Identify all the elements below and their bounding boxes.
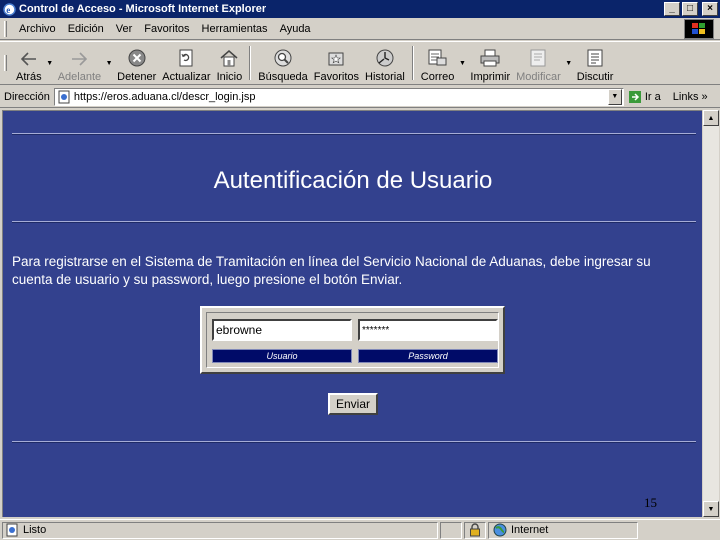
standard-toolbar: Atrás ▼ Adelante ▼ Detener Actualizar In… (0, 41, 720, 85)
security-zone: Internet (488, 521, 638, 539)
zone-label: Internet (511, 524, 549, 536)
horizontal-rule (12, 221, 696, 223)
intro-text: Para registrarse en el Sistema de Tramit… (12, 254, 651, 287)
discuss-label: Discutir (576, 71, 614, 83)
username-label: Usuario (212, 349, 352, 363)
status-cell (440, 521, 462, 539)
stop-icon (128, 49, 146, 67)
menu-archivo[interactable]: Archivo (13, 23, 62, 35)
menu-herramientas[interactable]: Herramientas (196, 23, 274, 35)
page-title: Autentificación de Usuario (213, 167, 493, 194)
status-text: Listo (23, 524, 47, 536)
history-label: Historial (365, 71, 405, 83)
slide-number: 15 (644, 495, 657, 510)
printer-icon (480, 49, 500, 67)
page-content: Autentificación de Usuario Para registra… (2, 110, 702, 517)
search-icon (274, 49, 292, 67)
svg-text:e: e (6, 5, 10, 15)
globe-icon (493, 523, 507, 537)
stop-button[interactable]: Detener (114, 43, 159, 83)
forward-dropdown[interactable]: ▼ (104, 43, 114, 83)
home-label: Inicio (216, 71, 243, 83)
go-button[interactable]: Ir a (628, 90, 661, 104)
status-bar: Listo Internet (0, 519, 720, 540)
maximize-button[interactable]: □ (682, 2, 698, 16)
edit-button[interactable]: Modificar (513, 43, 564, 83)
toolbar-grip[interactable] (4, 55, 7, 71)
history-button[interactable]: Historial (362, 43, 408, 83)
forward-arrow-icon (72, 52, 88, 66)
submit-button[interactable]: Enviar (328, 393, 378, 415)
status-panel: Listo (2, 521, 438, 539)
stop-label: Detener (117, 71, 157, 83)
print-label: Imprimir (470, 71, 511, 83)
back-dropdown[interactable]: ▼ (45, 43, 55, 83)
horizontal-rule (12, 133, 696, 135)
back-button[interactable]: Atrás (13, 43, 45, 83)
minimize-button[interactable]: _ (664, 2, 680, 16)
mail-dropdown[interactable]: ▼ (457, 43, 467, 83)
search-button[interactable]: Búsqueda (255, 43, 311, 83)
edit-label: Modificar (516, 71, 561, 83)
ie-icon: e (2, 2, 16, 16)
password-label: Password (358, 349, 498, 363)
discuss-button[interactable]: Discutir (574, 43, 617, 83)
scroll-up-button[interactable]: ▲ (703, 110, 719, 126)
go-label: Ir a (644, 90, 661, 103)
toolbar-separator (411, 46, 414, 80)
window-title: Control de Acceso - Microsoft Internet E… (19, 3, 267, 15)
url-input[interactable] (73, 90, 608, 103)
vertical-scrollbar[interactable]: ▲ ▼ (703, 110, 719, 517)
menu-favoritos[interactable]: Favoritos (138, 23, 195, 35)
favorites-label: Favoritos (313, 71, 360, 83)
menu-bar: Archivo Edición Ver Favoritos Herramient… (0, 18, 720, 40)
links-button[interactable]: Links » (673, 91, 708, 103)
favorites-icon (328, 52, 344, 66)
refresh-label: Actualizar (162, 71, 211, 83)
home-button[interactable]: Inicio (214, 43, 246, 83)
forward-label: Adelante (57, 71, 102, 83)
address-field[interactable]: ▼ (53, 87, 624, 106)
page-icon (58, 90, 70, 103)
refresh-button[interactable]: Actualizar (159, 43, 213, 83)
menu-edicion[interactable]: Edición (62, 23, 110, 35)
username-input[interactable] (212, 319, 352, 341)
discuss-icon (587, 49, 603, 67)
toolbar-separator (249, 46, 252, 80)
scroll-down-button[interactable]: ▼ (703, 501, 719, 517)
ssl-lock-icon[interactable] (464, 521, 486, 539)
favorites-button[interactable]: Favoritos (311, 43, 362, 83)
edit-page-icon (530, 49, 546, 67)
go-arrow-icon (628, 90, 641, 103)
windows-logo-icon (684, 19, 714, 39)
horizontal-rule (12, 441, 696, 443)
mail-label: Correo (420, 71, 455, 83)
search-label: Búsqueda (258, 71, 308, 83)
address-dropdown[interactable]: ▼ (607, 88, 622, 105)
page-done-icon (6, 523, 18, 537)
browser-window: e Control de Acceso - Microsoft Internet… (0, 0, 720, 540)
toolbar-grip[interactable] (4, 20, 7, 37)
close-button[interactable]: × (702, 2, 718, 16)
title-bar[interactable]: e Control de Acceso - Microsoft Internet… (0, 0, 720, 18)
mail-icon (428, 49, 447, 66)
home-icon (220, 50, 238, 67)
refresh-icon (179, 49, 193, 67)
forward-button[interactable]: Adelante (55, 43, 104, 83)
password-input[interactable] (358, 319, 498, 341)
menu-ver[interactable]: Ver (110, 23, 139, 35)
login-form: Usuario Password (200, 306, 505, 374)
menu-ayuda[interactable]: Ayuda (274, 23, 317, 35)
address-bar: Dirección ▼ Ir a Links » (0, 86, 720, 108)
back-label: Atrás (16, 71, 42, 83)
history-icon (376, 49, 394, 67)
back-arrow-icon (20, 52, 36, 66)
login-form-inner: Usuario Password (206, 312, 499, 368)
print-button[interactable]: Imprimir (467, 43, 513, 83)
edit-dropdown[interactable]: ▼ (564, 43, 574, 83)
mail-button[interactable]: Correo (418, 43, 458, 83)
address-label: Dirección (4, 90, 50, 103)
